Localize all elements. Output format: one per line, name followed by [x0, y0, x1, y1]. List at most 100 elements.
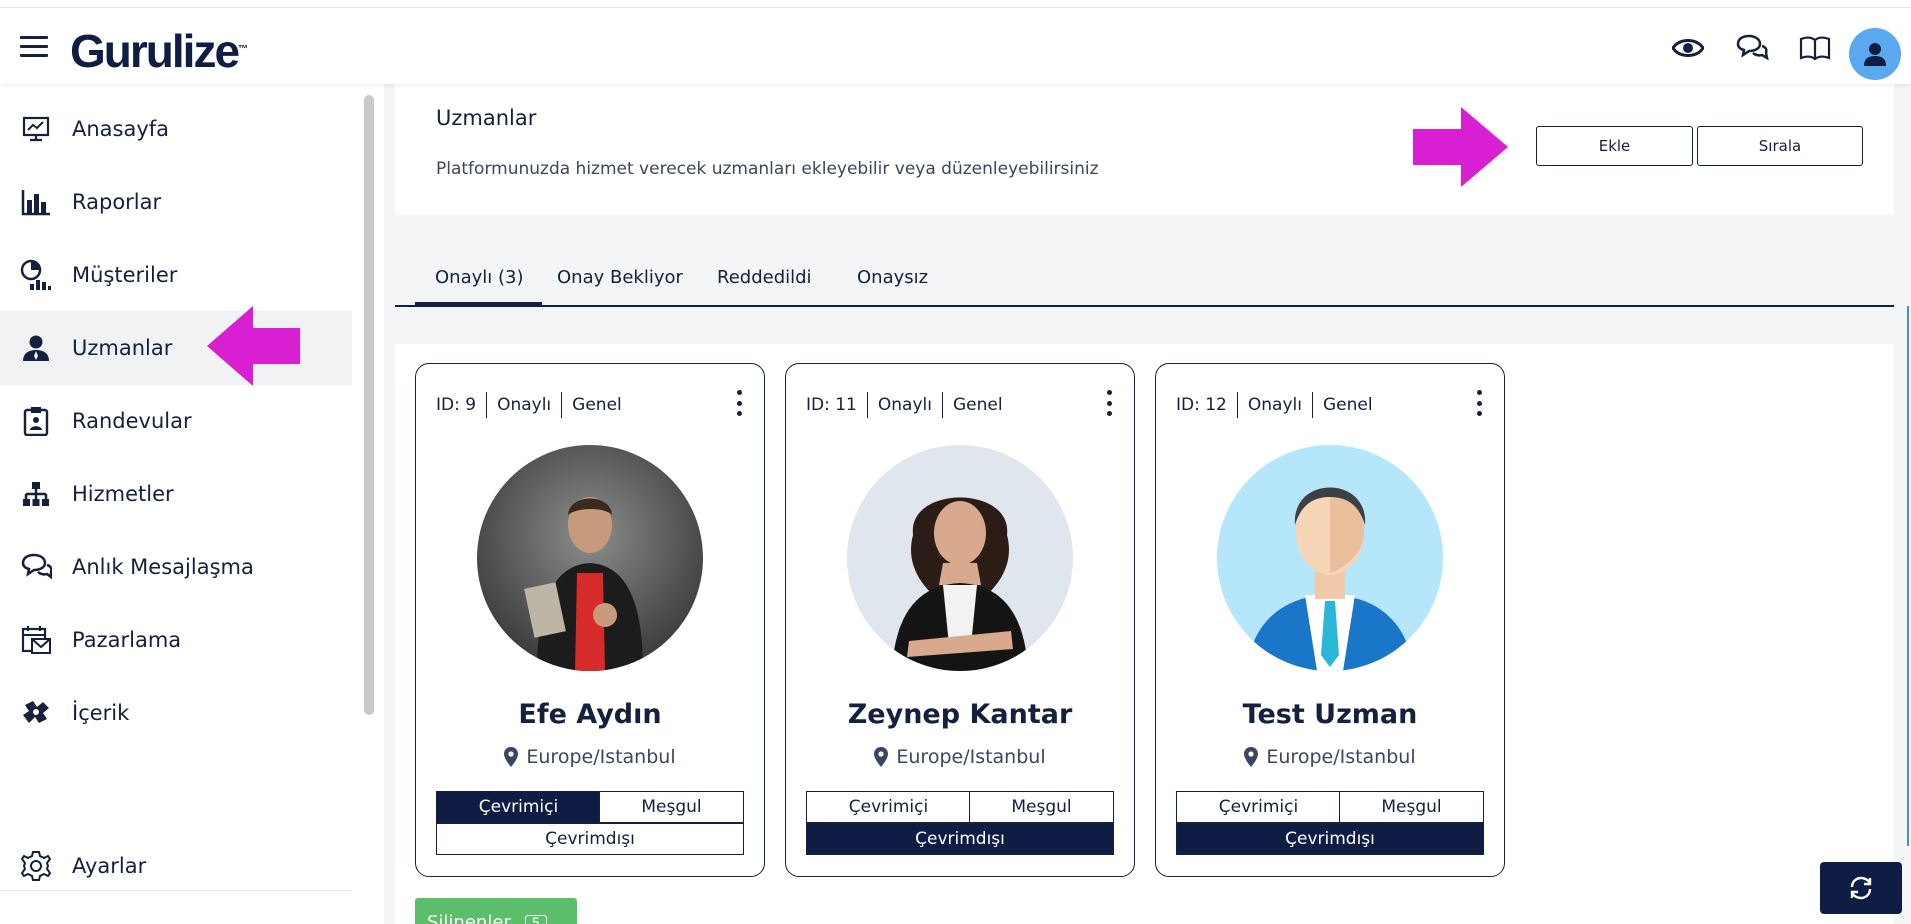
- tab-onay-bekliyor[interactable]: Onay Bekliyor: [557, 267, 683, 307]
- more-options-icon[interactable]: [1104, 390, 1114, 416]
- more-options-icon[interactable]: [734, 390, 744, 416]
- customers-icon: [20, 259, 52, 291]
- expert-id: ID: 11: [806, 395, 857, 415]
- sidebar-item-pazarlama[interactable]: Pazarlama: [0, 603, 352, 677]
- sidebar-item-label: Ayarlar: [72, 854, 147, 878]
- content-icon: [20, 697, 52, 729]
- status-online-button[interactable]: Çevrimiçi: [1176, 791, 1341, 823]
- status-busy-button[interactable]: Meşgul: [1339, 791, 1484, 823]
- expert-photo: [1217, 445, 1443, 671]
- expert-name: Zeynep Kantar: [847, 699, 1073, 730]
- location-pin-icon: [1244, 747, 1259, 767]
- book-icon[interactable]: [1797, 30, 1833, 66]
- marketing-icon: [20, 624, 52, 656]
- eye-icon[interactable]: [1670, 30, 1706, 66]
- page-header-panel: Uzmanlar Platformunuzda hizmet verecek u…: [395, 84, 1894, 215]
- status-online-button[interactable]: Çevrimiçi: [806, 791, 971, 823]
- expert-id: ID: 9: [436, 395, 477, 415]
- sidebar-item-label: Randevular: [72, 409, 192, 433]
- more-options-icon[interactable]: [1474, 390, 1484, 416]
- expert-status: Onaylı: [497, 395, 552, 415]
- expert-card[interactable]: ID: 9 Onaylı Genel Efe Aydın Europe/Ista…: [415, 363, 765, 877]
- status-offline-button[interactable]: Çevrimdışı: [436, 823, 744, 855]
- sidebar-item-ayarlar[interactable]: Ayarlar: [0, 829, 352, 903]
- location-text: Europe/Istanbul: [526, 746, 676, 768]
- sidebar-item-anlik-mesajlasma[interactable]: Anlık Mesajlaşma: [0, 530, 352, 604]
- expert-photo: [847, 445, 1073, 671]
- top-border: [0, 0, 1911, 8]
- user-avatar-icon[interactable]: [1849, 28, 1901, 80]
- hamburger-menu-icon[interactable]: [20, 36, 48, 58]
- main-content: Uzmanlar Platformunuzda hizmet verecek u…: [384, 84, 1911, 924]
- page-title: Uzmanlar: [436, 106, 537, 130]
- annotation-arrow-left: [207, 306, 300, 386]
- expert-status: Onaylı: [1247, 395, 1302, 415]
- bar-chart-icon: [20, 186, 52, 218]
- sidebar-item-label: Raporlar: [72, 190, 162, 214]
- app-header: Gurulize™: [0, 8, 1911, 84]
- sidebar-item-label: Uzmanlar: [72, 336, 173, 360]
- sidebar-item-raporlar[interactable]: Raporlar: [0, 165, 352, 239]
- expert-name: Test Uzman: [1242, 699, 1418, 730]
- sidebar-item-label: Anlık Mesajlaşma: [72, 555, 254, 579]
- expert-name: Efe Aydın: [518, 699, 662, 730]
- sidebar-item-randevular[interactable]: Randevular: [0, 384, 352, 458]
- sidebar-item-label: Pazarlama: [72, 628, 182, 652]
- card-meta: ID: 11 Onaylı Genel: [806, 392, 1003, 418]
- messaging-icon: [20, 551, 52, 583]
- tab-onaysiz[interactable]: Onaysız: [857, 267, 928, 307]
- deleted-experts-button[interactable]: Silinenler 5: [415, 898, 577, 924]
- sidebar-item-musteriler[interactable]: Müşteriler: [0, 238, 352, 312]
- right-edge-line: [1907, 306, 1909, 846]
- card-meta: ID: 12 Onaylı Genel: [1176, 392, 1373, 418]
- location-pin-icon: [504, 747, 519, 767]
- add-button[interactable]: Ekle: [1536, 126, 1693, 166]
- status-busy-button[interactable]: Meşgul: [599, 791, 744, 823]
- deleted-label: Silinenler: [427, 912, 511, 924]
- dashboard-icon: [20, 113, 52, 145]
- expert-category: Genel: [952, 395, 1003, 415]
- sidebar: Anasayfa Raporlar Müşteriler Uzmanlar Ra…: [0, 84, 364, 924]
- sidebar-item-label: Müşteriler: [72, 263, 178, 287]
- deleted-count-badge: 5: [524, 915, 548, 924]
- card-meta: ID: 9 Onaylı Genel: [436, 392, 622, 418]
- expert-cards-area: ID: 9 Onaylı Genel Efe Aydın Europe/Ista…: [395, 344, 1894, 924]
- expert-icon: [20, 332, 52, 364]
- appointment-icon: [20, 405, 52, 437]
- expert-card[interactable]: ID: 11 Onaylı Genel Zeynep Kantar Europe…: [785, 363, 1135, 877]
- expert-status: Onaylı: [877, 395, 932, 415]
- sidebar-scrollbar[interactable]: [364, 95, 374, 715]
- status-online-button[interactable]: Çevrimiçi: [436, 791, 601, 823]
- sidebar-item-icerik[interactable]: İçerik: [0, 676, 352, 750]
- page-subtitle: Platformunuzda hizmet verecek uzmanları …: [436, 159, 1099, 179]
- expert-photo: [477, 445, 703, 671]
- refresh-button[interactable]: [1820, 862, 1902, 914]
- status-offline-button[interactable]: Çevrimdışı: [806, 823, 1114, 855]
- expert-location: Europe/Istanbul: [786, 746, 1134, 768]
- chat-icon[interactable]: [1734, 30, 1770, 66]
- expert-location: Europe/Istanbul: [416, 746, 764, 768]
- sidebar-item-hizmetler[interactable]: Hizmetler: [0, 457, 352, 531]
- sitemap-icon: [20, 478, 52, 510]
- location-text: Europe/Istanbul: [1266, 746, 1416, 768]
- tab-bar: Onaylı (3) Onay Bekliyor Reddedildi Onay…: [395, 259, 1894, 307]
- sort-button[interactable]: Sırala: [1697, 126, 1863, 166]
- expert-category: Genel: [572, 395, 622, 415]
- location-pin-icon: [874, 747, 889, 767]
- status-busy-button[interactable]: Meşgul: [969, 791, 1114, 823]
- sidebar-item-label: Hizmetler: [72, 482, 174, 506]
- sidebar-item-label: İçerik: [72, 701, 130, 725]
- expert-category: Genel: [1322, 395, 1373, 415]
- sidebar-item-label: Anasayfa: [72, 117, 170, 141]
- tab-onayli[interactable]: Onaylı (3): [415, 267, 542, 307]
- expert-location: Europe/Istanbul: [1156, 746, 1504, 768]
- sidebar-item-anasayfa[interactable]: Anasayfa: [0, 92, 352, 166]
- location-text: Europe/Istanbul: [896, 746, 1046, 768]
- annotation-arrow-right: [1413, 107, 1508, 187]
- expert-id: ID: 12: [1176, 395, 1227, 415]
- app-logo[interactable]: Gurulize™: [70, 24, 248, 78]
- expert-card[interactable]: ID: 12 Onaylı Genel Test Uzman Europe/Is…: [1155, 363, 1505, 877]
- gear-icon: [20, 850, 52, 882]
- status-offline-button[interactable]: Çevrimdışı: [1176, 823, 1484, 855]
- tab-reddedildi[interactable]: Reddedildi: [717, 267, 812, 307]
